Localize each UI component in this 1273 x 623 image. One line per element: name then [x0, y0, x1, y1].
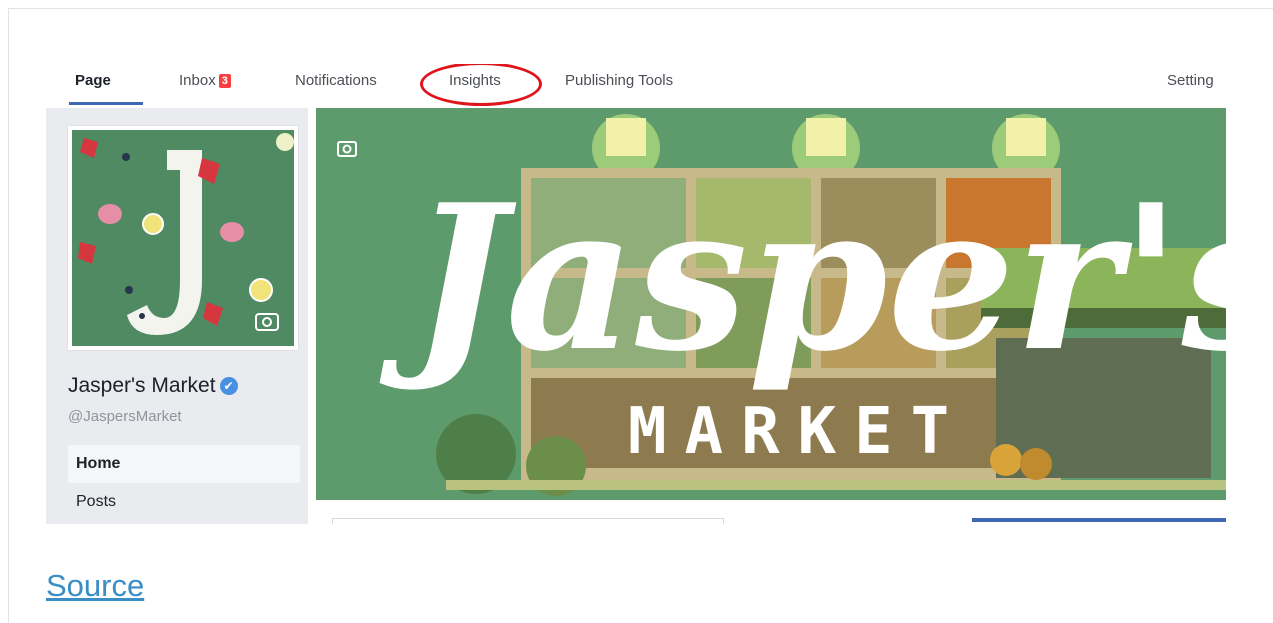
primary-action-button[interactable] — [972, 518, 1226, 522]
tab-inbox-label: Inbox — [179, 72, 216, 89]
inbox-count-badge: 3 — [218, 74, 231, 88]
facebook-page-screenshot: Page Inbox 3 Notifications Insights Publi… — [46, 64, 1226, 524]
tab-publishing-tools[interactable]: Publishing Tools — [565, 72, 673, 89]
tab-page[interactable]: Page — [75, 72, 111, 89]
cover-action-bar — [316, 500, 1226, 524]
source-link[interactable]: Source — [46, 568, 144, 604]
left-sidebar: Jasper's Market ✔ @JaspersMarket Home Pos… — [46, 108, 308, 524]
page-name[interactable]: Jasper's Market ✔ — [68, 374, 238, 398]
tab-settings[interactable]: Setting — [1167, 72, 1214, 89]
cover-action-buttons[interactable] — [332, 518, 724, 524]
active-tab-indicator — [69, 102, 143, 105]
profile-picture-image — [72, 130, 294, 346]
nav-item-home[interactable]: Home — [68, 445, 300, 483]
nav-item-posts[interactable]: Posts — [68, 493, 124, 511]
page-tab-bar: Page Inbox 3 Notifications Insights Publi… — [46, 64, 1226, 108]
tab-notifications[interactable]: Notifications — [295, 72, 377, 89]
page-username[interactable]: @JaspersMarket — [68, 408, 182, 425]
tab-inbox[interactable]: Inbox 3 — [179, 72, 231, 89]
verified-checkmark-icon: ✔ — [219, 377, 238, 395]
cover-subtitle: MARKET — [628, 395, 967, 469]
page-name-text: Jasper's Market — [68, 374, 216, 397]
cover-title: Jasper's — [379, 161, 1226, 396]
insights-highlight-circle — [420, 64, 542, 106]
cover-photo[interactable]: Jasper's MARKET — [316, 108, 1226, 500]
profile-picture[interactable] — [68, 126, 298, 350]
cover-photo-illustration: Jasper's MARKET — [316, 108, 1226, 500]
